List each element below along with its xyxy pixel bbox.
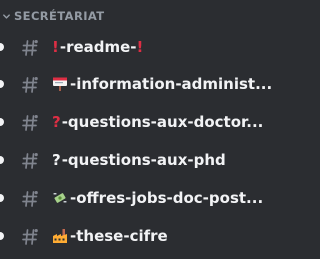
chevron-down-icon[interactable] — [2, 12, 11, 21]
red-question-icon: ? — [52, 113, 61, 131]
red-exclamation-icon: ! — [52, 38, 59, 56]
unread-indicator — [0, 156, 4, 164]
category-label: SECRÉTARIAT — [14, 9, 105, 23]
factory-icon — [53, 229, 67, 243]
text-channel-icon — [22, 40, 38, 56]
channel-name: -information-administ... — [52, 73, 272, 95]
channel-item-offres-jobs-doc-postdoc[interactable]: -offres-jobs-doc-post... — [0, 183, 263, 213]
channel-item-readme[interactable]: ! -readme- ! — [0, 32, 260, 62]
channel-name-text: -information-administ... — [70, 75, 273, 93]
text-channel-icon — [22, 153, 38, 169]
channel-name: ? -questions-aux-doctor... — [52, 111, 263, 133]
channel-item-these-cifre[interactable]: -these-cifre — [0, 221, 260, 251]
channel-sidebar: SECRÉTARIAT ! -readme- ! -information-ad… — [0, 0, 272, 259]
text-channel-icon — [22, 229, 38, 245]
channel-name-text: -questions-aux-doctor... — [61, 113, 264, 131]
channel-name-text: -questions-aux-phd — [61, 151, 226, 169]
unread-indicator — [0, 118, 4, 126]
money-with-wings-icon — [53, 193, 67, 203]
unread-indicator — [0, 194, 4, 202]
text-channel-icon — [22, 77, 38, 93]
channel-name-text: -offres-jobs-doc-post... — [70, 189, 264, 207]
channel-name: -offres-jobs-doc-post... — [52, 187, 263, 209]
channel-item-questions-aux-phd[interactable]: ? -questions-aux-phd — [0, 145, 260, 175]
text-channel-icon — [22, 115, 38, 131]
channel-item-questions-aux-doctorants[interactable]: ? -questions-aux-doctor... — [0, 107, 263, 137]
channel-item-information-administrative[interactable]: -information-administ... — [0, 69, 272, 99]
unread-indicator — [0, 232, 4, 240]
channel-name: ! -readme- ! — [52, 36, 144, 58]
channel-name-text: -these-cifre — [70, 227, 168, 245]
channel-name-text: -readme- — [59, 38, 137, 56]
channel-name: -these-cifre — [52, 225, 168, 247]
unread-indicator — [0, 43, 4, 51]
channel-name: ? -questions-aux-phd — [52, 149, 226, 171]
category-header-secretariat[interactable]: SECRÉTARIAT — [0, 7, 260, 25]
text-channel-icon — [22, 191, 38, 207]
red-exclamation-icon: ! — [136, 38, 144, 56]
memo-board-icon — [53, 77, 67, 91]
white-question-icon: ? — [52, 151, 61, 169]
unread-indicator — [0, 80, 4, 88]
